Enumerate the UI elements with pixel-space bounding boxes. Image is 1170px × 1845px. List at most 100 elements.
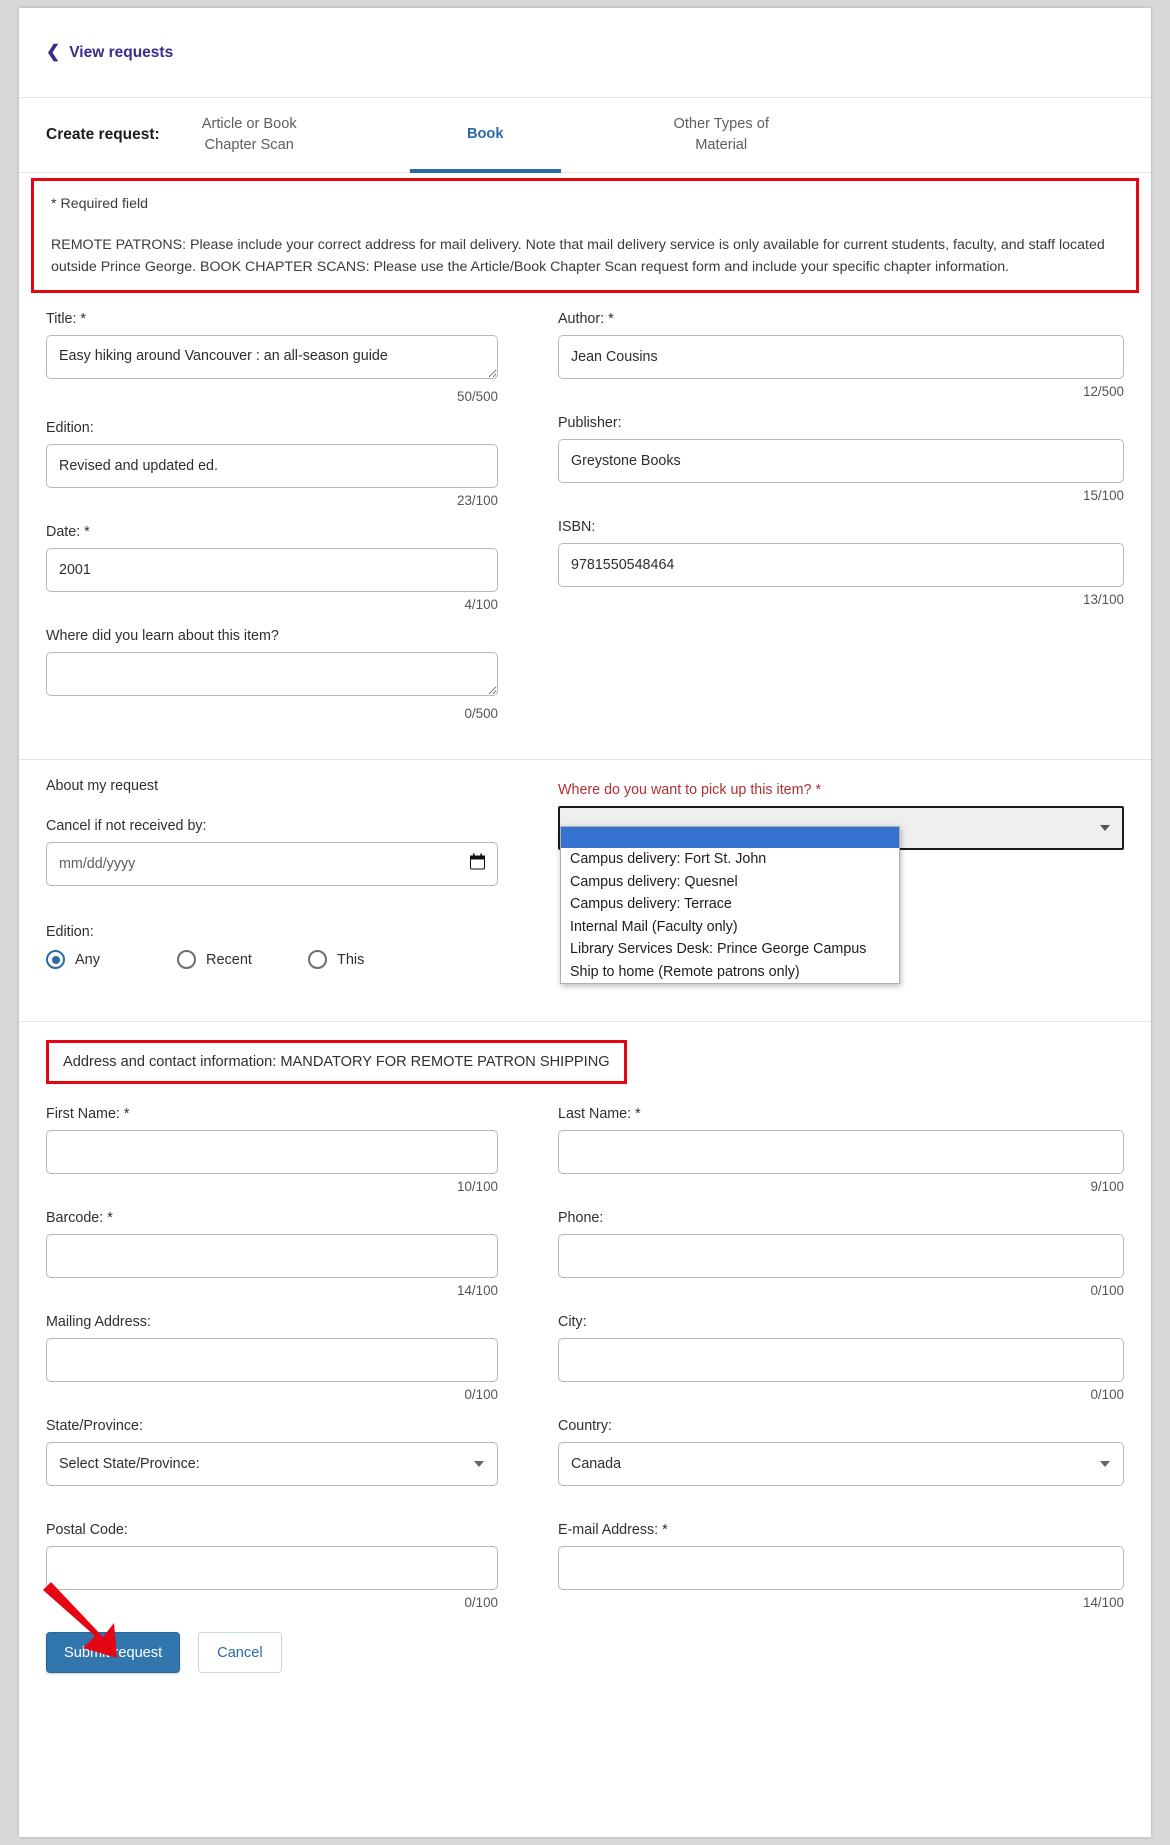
first-name-label: First Name: * xyxy=(46,1106,130,1122)
pickup-location-label: Where do you want to pick up this item? … xyxy=(558,782,822,798)
tab-other-types-of-material[interactable]: Other Types of Material xyxy=(646,98,797,172)
mailing-address-input[interactable] xyxy=(46,1338,498,1382)
first-name-input[interactable] xyxy=(46,1130,498,1174)
edition-radio-recent[interactable]: Recent xyxy=(177,950,308,969)
country-select[interactable] xyxy=(558,1442,1124,1486)
author-input[interactable] xyxy=(558,335,1124,379)
edition-radio-recent-label: Recent xyxy=(206,951,252,968)
barcode-input[interactable] xyxy=(46,1234,498,1278)
tab-book[interactable]: Book xyxy=(409,98,561,173)
radio-dot-this xyxy=(308,950,327,969)
create-request-tabbar: Create request: Article or Book Chapter … xyxy=(19,97,1151,173)
city-input[interactable] xyxy=(558,1338,1124,1382)
last-name-label: Last Name: * xyxy=(558,1106,641,1122)
email-label: E-mail Address: * xyxy=(558,1522,668,1538)
view-requests-back-link[interactable]: ❮ View requests xyxy=(46,42,174,62)
title-label: Title: * xyxy=(46,311,86,327)
date-field-group: Date: * 4/100 xyxy=(46,524,498,612)
author-counter: 12/500 xyxy=(1083,384,1124,399)
edition-radio-this[interactable]: This xyxy=(308,950,439,969)
postal-code-group: Postal Code: 0/100 xyxy=(46,1522,498,1610)
edition-radio-any[interactable]: Any xyxy=(46,950,177,969)
isbn-counter: 13/100 xyxy=(1083,592,1124,607)
first-name-counter: 10/100 xyxy=(457,1179,498,1194)
last-name-input[interactable] xyxy=(558,1130,1124,1174)
country-group: Country: xyxy=(558,1418,1124,1506)
back-link-label: View requests xyxy=(69,43,174,61)
required-field-notice: * Required field REMOTE PATRONS: Please … xyxy=(31,178,1139,293)
form-action-row: Submit request Cancel xyxy=(43,1582,1124,1673)
publisher-field-group: Publisher: 15/100 xyxy=(558,415,1124,503)
request-form-page: ❮ View requests Create request: Article … xyxy=(19,8,1151,1837)
state-province-select[interactable] xyxy=(46,1442,498,1486)
submit-request-button[interactable]: Submit request xyxy=(46,1632,181,1673)
state-province-spacer xyxy=(46,1491,498,1506)
pickup-option-quesnel[interactable]: Campus delivery: Quesnel xyxy=(561,871,899,894)
pickup-location-group: Where do you want to pick up this item? … xyxy=(558,778,1124,984)
edition-radio-any-label: Any xyxy=(75,951,100,968)
mailing-address-label: Mailing Address: xyxy=(46,1314,151,1330)
cancel-by-date-input[interactable] xyxy=(46,842,498,886)
publisher-label: Publisher: xyxy=(558,415,622,431)
learn-about-field-group: Where did you learn about this item? 0/5… xyxy=(46,628,498,721)
date-input[interactable] xyxy=(46,548,498,592)
email-counter: 14/100 xyxy=(1083,1595,1124,1610)
email-input[interactable] xyxy=(558,1546,1124,1590)
learn-about-counter: 0/500 xyxy=(464,706,498,721)
city-group: City: 0/100 xyxy=(558,1314,1124,1402)
chevron-down-icon xyxy=(1100,825,1110,831)
country-label: Country: xyxy=(558,1418,613,1434)
tab-article-or-book-chapter-scan[interactable]: Article or Book Chapter Scan xyxy=(174,98,325,172)
cancel-by-field-group: Cancel if not received by: xyxy=(46,818,498,918)
country-spacer xyxy=(558,1491,1124,1506)
barcode-label: Barcode: * xyxy=(46,1210,113,1226)
first-name-group: First Name: * 10/100 xyxy=(46,1106,498,1194)
postal-code-label: Postal Code: xyxy=(46,1522,128,1538)
postal-code-input[interactable] xyxy=(46,1546,498,1590)
address-section-heading: Address and contact information: MANDATO… xyxy=(46,1040,627,1084)
about-my-request-heading: About my request xyxy=(46,778,159,794)
cancel-button[interactable]: Cancel xyxy=(198,1632,282,1673)
radio-dot-any xyxy=(46,950,65,969)
isbn-label: ISBN: xyxy=(558,519,596,535)
publisher-input[interactable] xyxy=(558,439,1124,483)
author-label: Author: * xyxy=(558,311,614,327)
isbn-field-group: ISBN: 13/100 xyxy=(558,519,1124,607)
barcode-group: Barcode: * 14/100 xyxy=(46,1210,498,1298)
title-input[interactable]: Easy hiking around Vancouver : an all-se… xyxy=(46,335,498,379)
isbn-input[interactable] xyxy=(558,543,1124,587)
edition-preference-label: Edition: xyxy=(46,924,94,940)
edition-input[interactable] xyxy=(46,444,498,488)
tab-spacer-right xyxy=(561,98,646,172)
pickup-option-terrace[interactable]: Campus delivery: Terrace xyxy=(561,893,899,916)
date-label: Date: * xyxy=(46,524,90,540)
pickup-option-internal-mail[interactable]: Internal Mail (Faculty only) xyxy=(561,916,899,939)
phone-label: Phone: xyxy=(558,1210,604,1226)
pickup-option-fort-st-john[interactable]: Campus delivery: Fort St. John xyxy=(561,848,899,871)
create-request-label: Create request: xyxy=(46,126,160,143)
state-province-group: State/Province: xyxy=(46,1418,498,1506)
city-counter: 0/100 xyxy=(1090,1387,1124,1402)
learn-about-label: Where did you learn about this item? xyxy=(46,628,279,644)
state-province-label: State/Province: xyxy=(46,1418,143,1434)
pickup-option-library-services-desk[interactable]: Library Services Desk: Prince George Cam… xyxy=(561,938,899,961)
title-field-group: Title: * Easy hiking around Vancouver : … xyxy=(46,311,498,404)
publisher-counter: 15/100 xyxy=(1083,488,1124,503)
date-counter: 4/100 xyxy=(464,597,498,612)
edition-radio-this-label: This xyxy=(337,951,365,968)
edition-field-group: Edition: 23/100 xyxy=(46,420,498,508)
last-name-group: Last Name: * 9/100 xyxy=(558,1106,1124,1194)
city-label: City: xyxy=(558,1314,587,1330)
chevron-left-icon: ❮ xyxy=(46,42,61,61)
tab-spacer-left xyxy=(325,98,410,172)
phone-group: Phone: 0/100 xyxy=(558,1210,1124,1298)
title-counter: 50/500 xyxy=(457,389,498,404)
pickup-location-option-list: Campus delivery: Fort St. John Campus de… xyxy=(560,826,900,984)
email-group: E-mail Address: * 14/100 xyxy=(558,1522,1124,1610)
learn-about-input[interactable] xyxy=(46,652,498,696)
pickup-option-blank[interactable] xyxy=(561,827,899,848)
cancel-by-label: Cancel if not received by: xyxy=(46,818,207,834)
last-name-counter: 9/100 xyxy=(1090,1179,1124,1194)
pickup-option-ship-to-home[interactable]: Ship to home (Remote patrons only) xyxy=(561,961,899,984)
phone-input[interactable] xyxy=(558,1234,1124,1278)
